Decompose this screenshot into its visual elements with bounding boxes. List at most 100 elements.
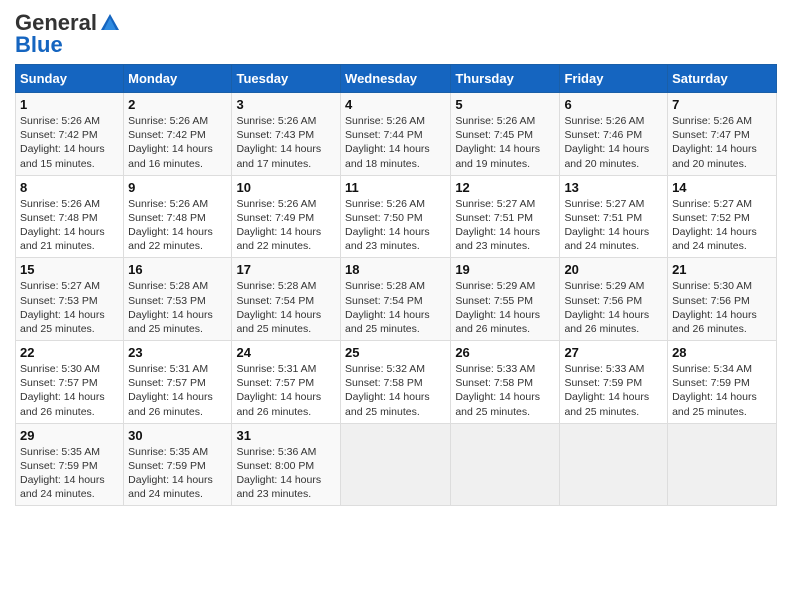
col-saturday: Saturday — [668, 65, 777, 93]
day-info: Sunrise: 5:35 AM Sunset: 7:59 PM Dayligh… — [128, 445, 227, 502]
day-info: Sunrise: 5:26 AM Sunset: 7:48 PM Dayligh… — [20, 197, 119, 254]
day-info: Sunrise: 5:26 AM Sunset: 7:48 PM Dayligh… — [128, 197, 227, 254]
day-number: 12 — [455, 180, 555, 195]
calendar-cell: 28 Sunrise: 5:34 AM Sunset: 7:59 PM Dayl… — [668, 341, 777, 424]
day-number: 15 — [20, 262, 119, 277]
day-info: Sunrise: 5:29 AM Sunset: 7:56 PM Dayligh… — [564, 279, 663, 336]
logo: General Blue — [15, 10, 121, 58]
header: General Blue — [15, 10, 777, 58]
day-number: 23 — [128, 345, 227, 360]
calendar-cell: 30 Sunrise: 5:35 AM Sunset: 7:59 PM Dayl… — [124, 423, 232, 506]
day-number: 27 — [564, 345, 663, 360]
calendar-cell: 21 Sunrise: 5:30 AM Sunset: 7:56 PM Dayl… — [668, 258, 777, 341]
day-info: Sunrise: 5:30 AM Sunset: 7:57 PM Dayligh… — [20, 362, 119, 419]
day-number: 28 — [672, 345, 772, 360]
day-info: Sunrise: 5:26 AM Sunset: 7:46 PM Dayligh… — [564, 114, 663, 171]
calendar-cell: 5 Sunrise: 5:26 AM Sunset: 7:45 PM Dayli… — [451, 93, 560, 176]
day-number: 3 — [236, 97, 336, 112]
day-number: 5 — [455, 97, 555, 112]
calendar-week-row: 15 Sunrise: 5:27 AM Sunset: 7:53 PM Dayl… — [16, 258, 777, 341]
calendar-cell — [668, 423, 777, 506]
day-number: 4 — [345, 97, 446, 112]
calendar-cell: 17 Sunrise: 5:28 AM Sunset: 7:54 PM Dayl… — [232, 258, 341, 341]
calendar-cell: 18 Sunrise: 5:28 AM Sunset: 7:54 PM Dayl… — [341, 258, 451, 341]
day-number: 17 — [236, 262, 336, 277]
calendar-week-row: 1 Sunrise: 5:26 AM Sunset: 7:42 PM Dayli… — [16, 93, 777, 176]
day-info: Sunrise: 5:26 AM Sunset: 7:44 PM Dayligh… — [345, 114, 446, 171]
calendar-cell: 22 Sunrise: 5:30 AM Sunset: 7:57 PM Dayl… — [16, 341, 124, 424]
calendar-cell: 31 Sunrise: 5:36 AM Sunset: 8:00 PM Dayl… — [232, 423, 341, 506]
day-info: Sunrise: 5:31 AM Sunset: 7:57 PM Dayligh… — [236, 362, 336, 419]
day-info: Sunrise: 5:26 AM Sunset: 7:49 PM Dayligh… — [236, 197, 336, 254]
day-number: 1 — [20, 97, 119, 112]
col-thursday: Thursday — [451, 65, 560, 93]
day-number: 6 — [564, 97, 663, 112]
calendar-cell: 25 Sunrise: 5:32 AM Sunset: 7:58 PM Dayl… — [341, 341, 451, 424]
calendar-cell: 4 Sunrise: 5:26 AM Sunset: 7:44 PM Dayli… — [341, 93, 451, 176]
day-number: 14 — [672, 180, 772, 195]
day-info: Sunrise: 5:26 AM Sunset: 7:43 PM Dayligh… — [236, 114, 336, 171]
day-number: 31 — [236, 428, 336, 443]
calendar-cell — [341, 423, 451, 506]
col-tuesday: Tuesday — [232, 65, 341, 93]
day-info: Sunrise: 5:34 AM Sunset: 7:59 PM Dayligh… — [672, 362, 772, 419]
day-info: Sunrise: 5:28 AM Sunset: 7:53 PM Dayligh… — [128, 279, 227, 336]
day-info: Sunrise: 5:26 AM Sunset: 7:50 PM Dayligh… — [345, 197, 446, 254]
calendar-header-row: Sunday Monday Tuesday Wednesday Thursday… — [16, 65, 777, 93]
day-number: 18 — [345, 262, 446, 277]
calendar-cell: 12 Sunrise: 5:27 AM Sunset: 7:51 PM Dayl… — [451, 175, 560, 258]
day-number: 7 — [672, 97, 772, 112]
calendar-cell — [560, 423, 668, 506]
day-info: Sunrise: 5:33 AM Sunset: 7:58 PM Dayligh… — [455, 362, 555, 419]
calendar-cell: 16 Sunrise: 5:28 AM Sunset: 7:53 PM Dayl… — [124, 258, 232, 341]
calendar-cell: 8 Sunrise: 5:26 AM Sunset: 7:48 PM Dayli… — [16, 175, 124, 258]
logo-blue: Blue — [15, 32, 63, 58]
day-number: 21 — [672, 262, 772, 277]
day-number: 22 — [20, 345, 119, 360]
calendar-week-row: 8 Sunrise: 5:26 AM Sunset: 7:48 PM Dayli… — [16, 175, 777, 258]
calendar-cell: 23 Sunrise: 5:31 AM Sunset: 7:57 PM Dayl… — [124, 341, 232, 424]
calendar-cell: 27 Sunrise: 5:33 AM Sunset: 7:59 PM Dayl… — [560, 341, 668, 424]
day-info: Sunrise: 5:30 AM Sunset: 7:56 PM Dayligh… — [672, 279, 772, 336]
day-info: Sunrise: 5:28 AM Sunset: 7:54 PM Dayligh… — [345, 279, 446, 336]
day-info: Sunrise: 5:33 AM Sunset: 7:59 PM Dayligh… — [564, 362, 663, 419]
day-number: 8 — [20, 180, 119, 195]
col-monday: Monday — [124, 65, 232, 93]
day-number: 20 — [564, 262, 663, 277]
calendar: Sunday Monday Tuesday Wednesday Thursday… — [15, 64, 777, 506]
day-number: 9 — [128, 180, 227, 195]
day-info: Sunrise: 5:32 AM Sunset: 7:58 PM Dayligh… — [345, 362, 446, 419]
logo-icon — [99, 12, 121, 34]
calendar-cell: 6 Sunrise: 5:26 AM Sunset: 7:46 PM Dayli… — [560, 93, 668, 176]
day-number: 29 — [20, 428, 119, 443]
calendar-cell: 26 Sunrise: 5:33 AM Sunset: 7:58 PM Dayl… — [451, 341, 560, 424]
col-friday: Friday — [560, 65, 668, 93]
calendar-cell: 19 Sunrise: 5:29 AM Sunset: 7:55 PM Dayl… — [451, 258, 560, 341]
calendar-cell: 9 Sunrise: 5:26 AM Sunset: 7:48 PM Dayli… — [124, 175, 232, 258]
day-number: 30 — [128, 428, 227, 443]
day-info: Sunrise: 5:36 AM Sunset: 8:00 PM Dayligh… — [236, 445, 336, 502]
day-number: 2 — [128, 97, 227, 112]
calendar-cell: 14 Sunrise: 5:27 AM Sunset: 7:52 PM Dayl… — [668, 175, 777, 258]
day-number: 11 — [345, 180, 446, 195]
day-number: 10 — [236, 180, 336, 195]
calendar-cell: 2 Sunrise: 5:26 AM Sunset: 7:42 PM Dayli… — [124, 93, 232, 176]
day-info: Sunrise: 5:29 AM Sunset: 7:55 PM Dayligh… — [455, 279, 555, 336]
calendar-body: 1 Sunrise: 5:26 AM Sunset: 7:42 PM Dayli… — [16, 93, 777, 506]
day-info: Sunrise: 5:27 AM Sunset: 7:51 PM Dayligh… — [455, 197, 555, 254]
day-number: 25 — [345, 345, 446, 360]
day-number: 13 — [564, 180, 663, 195]
calendar-cell: 3 Sunrise: 5:26 AM Sunset: 7:43 PM Dayli… — [232, 93, 341, 176]
calendar-cell: 29 Sunrise: 5:35 AM Sunset: 7:59 PM Dayl… — [16, 423, 124, 506]
day-info: Sunrise: 5:26 AM Sunset: 7:45 PM Dayligh… — [455, 114, 555, 171]
day-info: Sunrise: 5:26 AM Sunset: 7:42 PM Dayligh… — [20, 114, 119, 171]
col-wednesday: Wednesday — [341, 65, 451, 93]
day-number: 26 — [455, 345, 555, 360]
day-info: Sunrise: 5:26 AM Sunset: 7:47 PM Dayligh… — [672, 114, 772, 171]
day-number: 16 — [128, 262, 227, 277]
day-info: Sunrise: 5:27 AM Sunset: 7:51 PM Dayligh… — [564, 197, 663, 254]
calendar-week-row: 22 Sunrise: 5:30 AM Sunset: 7:57 PM Dayl… — [16, 341, 777, 424]
day-number: 24 — [236, 345, 336, 360]
day-info: Sunrise: 5:31 AM Sunset: 7:57 PM Dayligh… — [128, 362, 227, 419]
day-info: Sunrise: 5:28 AM Sunset: 7:54 PM Dayligh… — [236, 279, 336, 336]
